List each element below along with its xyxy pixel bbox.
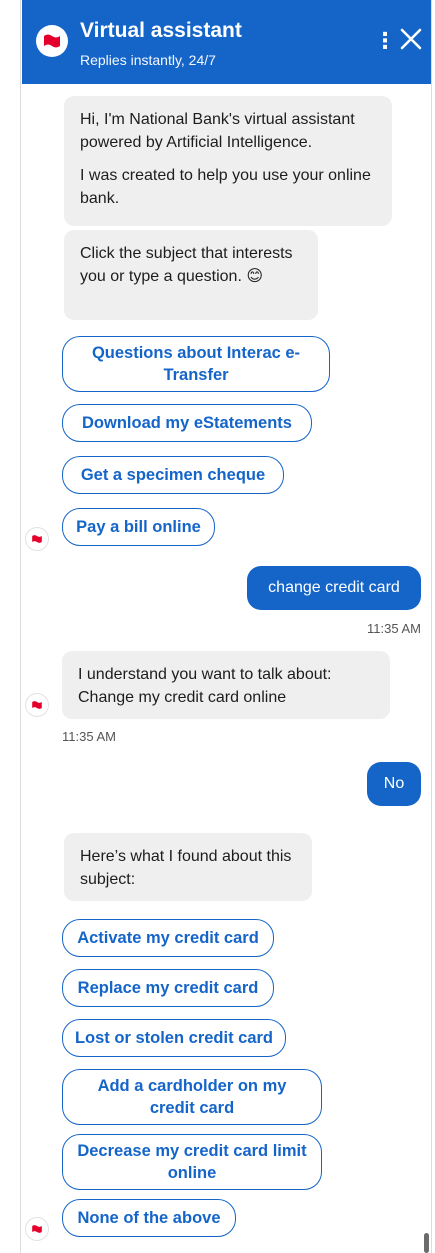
bot-avatar-icon: [26, 528, 48, 550]
chip-lost-stolen-credit-card[interactable]: Lost or stolen credit card: [62, 1019, 286, 1057]
bot-prompt-message: Click the subject that interests you or …: [64, 230, 318, 320]
bank-logo-icon: [36, 25, 68, 57]
bot-understand-message: I understand you want to talk about: Cha…: [62, 651, 390, 719]
chip-pay-bill[interactable]: Pay a bill online: [62, 508, 215, 546]
welcome-line-1: Hi, I'm National Bank's virtual assistan…: [80, 111, 355, 151]
bot-welcome-message: Hi, I'm National Bank's virtual assistan…: [64, 96, 392, 226]
user-message-timestamp: 11:35 AM: [367, 621, 421, 636]
chip-download-estatements[interactable]: Download my eStatements: [62, 404, 312, 442]
welcome-line-2: I was created to help you use your onlin…: [80, 167, 371, 207]
chip-activate-credit-card[interactable]: Activate my credit card: [62, 919, 274, 957]
chip-add-cardholder[interactable]: Add a cardholder on my credit card: [62, 1069, 322, 1125]
bot-avatar-icon: [26, 694, 48, 716]
close-icon[interactable]: [398, 26, 424, 52]
panel-border-left: [20, 0, 21, 1253]
chip-replace-credit-card[interactable]: Replace my credit card: [62, 969, 274, 1007]
user-message: change credit card: [247, 566, 421, 610]
user-message: No: [367, 762, 421, 806]
chat-header: Virtual assistant Replies instantly, 24/…: [22, 0, 431, 84]
header-subtitle: Replies instantly, 24/7: [80, 52, 216, 68]
scrollbar-thumb[interactable]: [424, 1233, 429, 1253]
panel-border-right: [431, 0, 432, 1253]
found-text: Here’s what I found about this subject:: [80, 848, 292, 888]
chip-specimen-cheque[interactable]: Get a specimen cheque: [62, 456, 284, 494]
bot-message-timestamp: 11:35 AM: [62, 729, 116, 744]
prompt-text: Click the subject that interests you or …: [80, 245, 293, 285]
chip-decrease-limit[interactable]: Decrease my credit card limit online: [62, 1134, 322, 1190]
kebab-menu-icon[interactable]: ⋮: [374, 30, 396, 52]
chip-interac-etransfer[interactable]: Questions about Interac e-Transfer: [62, 336, 330, 392]
bot-avatar-icon: [26, 1218, 48, 1240]
header-title: Virtual assistant: [80, 19, 242, 42]
bot-found-message: Here’s what I found about this subject:: [64, 833, 312, 901]
understand-text: I understand you want to talk about: Cha…: [78, 666, 332, 706]
chip-none-of-the-above[interactable]: None of the above: [62, 1199, 236, 1237]
